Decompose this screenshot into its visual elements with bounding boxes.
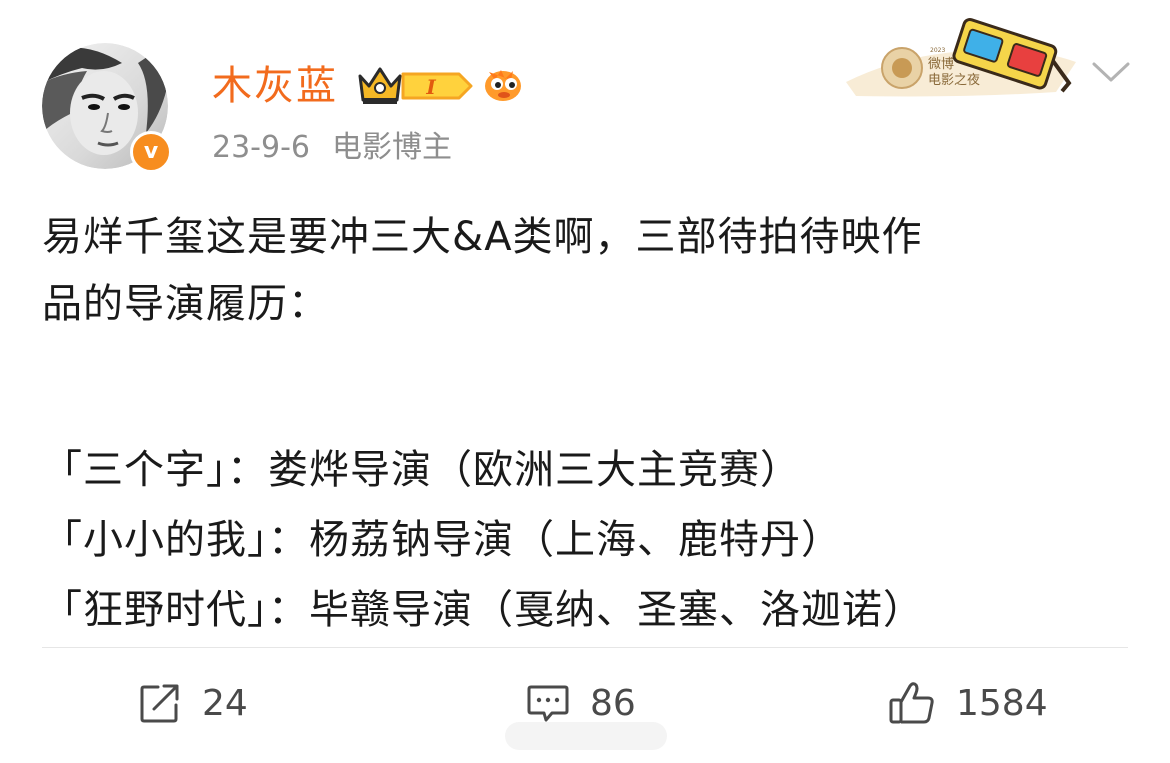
like-button[interactable]: 1584 bbox=[888, 676, 1048, 730]
home-indicator bbox=[505, 722, 667, 750]
username[interactable]: 木灰蓝 bbox=[212, 60, 338, 112]
like-count: 1584 bbox=[956, 682, 1048, 724]
level-badge-icon[interactable]: I bbox=[401, 70, 473, 102]
weibo-post-card: v 木灰蓝 I 23-9-6 电影博主 2023 微博 电影之夜 易烊千玺这是要… bbox=[0, 0, 1170, 763]
post-source: 电影博主 bbox=[332, 130, 452, 165]
thumbs-up-icon bbox=[889, 682, 934, 724]
verified-v-icon: v bbox=[130, 131, 172, 173]
post-list-item: 「三个字」：娄烨导演（欧洲三大主竞赛） bbox=[42, 447, 801, 493]
level-number: I bbox=[425, 75, 436, 99]
festival-line2: 电影之夜 bbox=[928, 73, 980, 88]
post-line-1: 易烊千玺这是要冲三大&A类啊，三部待拍待映作 bbox=[42, 214, 923, 260]
post-list-item: 「狂野时代」：毕赣导演（戛纳、圣塞、洛迦诺） bbox=[42, 587, 924, 633]
post-list-item: 「小小的我」：杨荔钠导演（上海、鹿特丹） bbox=[42, 517, 842, 563]
comment-icon bbox=[527, 685, 569, 722]
repost-count: 24 bbox=[202, 682, 248, 724]
chevron-down-icon[interactable] bbox=[1090, 58, 1132, 86]
post-text: 易烊千玺这是要冲三大&A类啊，三部待拍待映作 品的导演履历： 「三个字」：娄烨导… bbox=[42, 204, 1132, 645]
crown-icon[interactable] bbox=[357, 64, 403, 106]
film-festival-3d-glasses-icon[interactable]: 2023 微博 电影之夜 bbox=[846, 12, 1086, 102]
festival-line1: 微博 bbox=[928, 57, 954, 72]
repost-button[interactable]: 24 bbox=[138, 676, 248, 730]
festival-year: 2023 bbox=[930, 47, 945, 54]
post-line-2: 品的导演履历： bbox=[42, 281, 329, 327]
divider bbox=[42, 647, 1128, 648]
repost-icon bbox=[140, 684, 179, 723]
fish-icon[interactable] bbox=[481, 62, 525, 106]
avatar[interactable]: v bbox=[42, 43, 172, 173]
comment-count: 86 bbox=[590, 682, 636, 724]
post-date: 23-9-6 bbox=[212, 130, 310, 165]
post-meta: 23-9-6 电影博主 bbox=[212, 126, 452, 170]
